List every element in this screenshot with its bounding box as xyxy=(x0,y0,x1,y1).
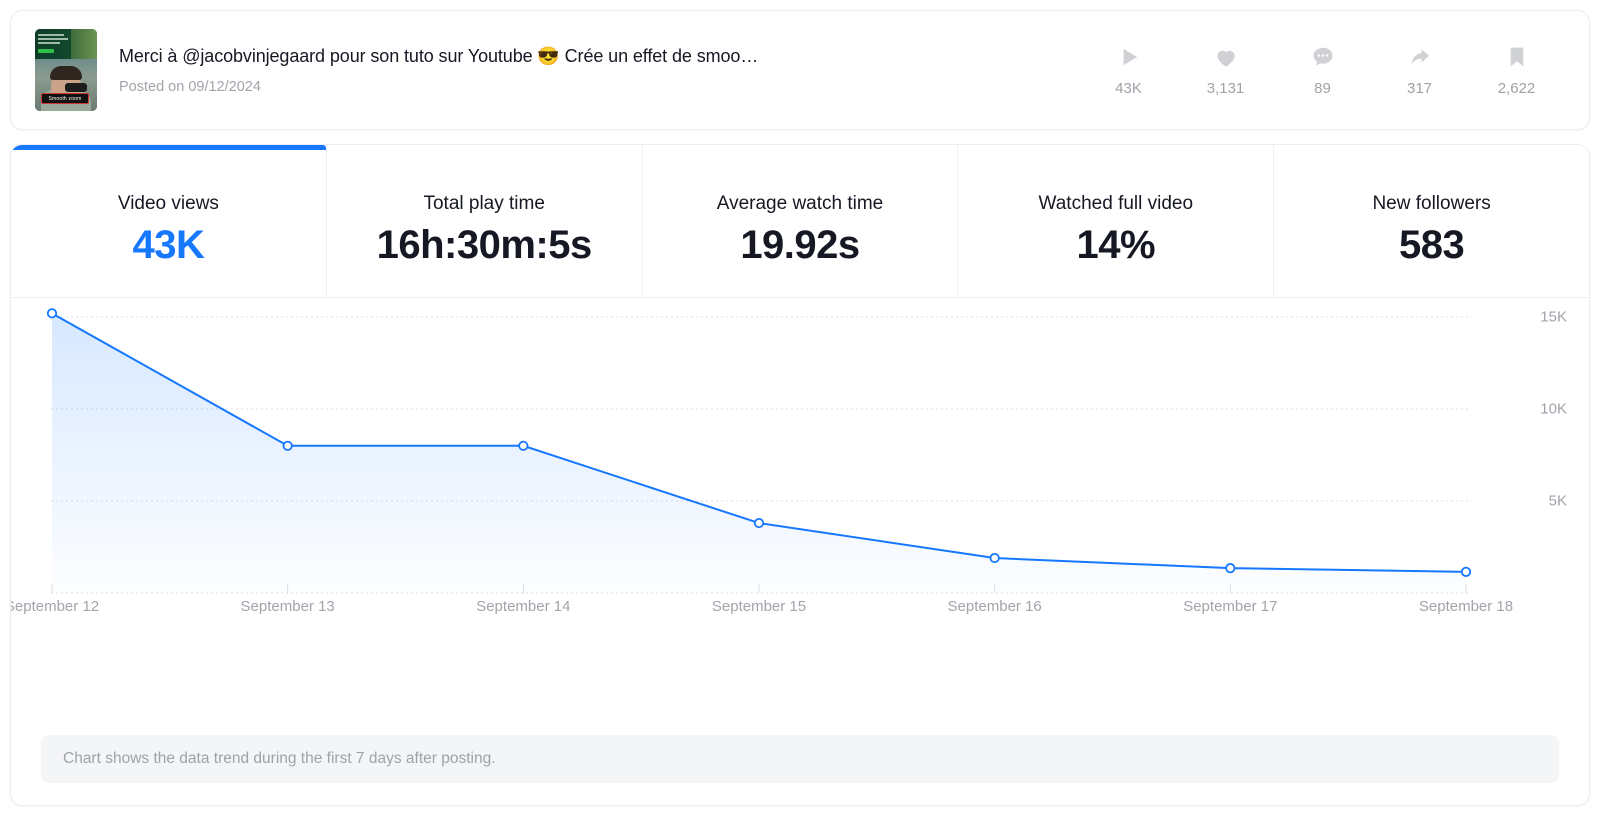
x-axis-label: September 15 xyxy=(711,598,807,615)
tab-video-views[interactable]: Video views 43K xyxy=(11,145,327,297)
chart-canvas xyxy=(46,308,1472,594)
post-date: Posted on 09/12/2024 xyxy=(119,78,261,95)
metric-tabs: Video views 43K Total play time 16h:30m:… xyxy=(11,145,1589,298)
post-info: Merci à @jacobvinjegaard pour son tuto s… xyxy=(119,46,1080,95)
y-axis-label: 15K xyxy=(1540,308,1567,326)
chart-data-point[interactable] xyxy=(1460,566,1472,577)
x-axis-label: September 14 xyxy=(476,598,571,615)
tab-label: Watched full video xyxy=(1038,193,1194,214)
tab-value: 43K xyxy=(132,223,205,267)
tab-value: 16h:30m:5s xyxy=(376,223,593,267)
tab-watched-full-video[interactable]: Watched full video 14% xyxy=(958,145,1275,297)
post-title: Merci à @jacobvinjegaard pour son tuto s… xyxy=(119,45,759,66)
chart-footnote: Chart shows the data trend during the fi… xyxy=(41,735,1559,783)
play-icon xyxy=(1080,43,1177,71)
tab-average-watch-time[interactable]: Average watch time 19.92s xyxy=(642,145,959,297)
thumbnail-banner xyxy=(35,29,97,59)
analytics-page: Smooth zoom Merci à @jacobvinjegaard pou… xyxy=(0,0,1600,815)
tab-value: 19.92s xyxy=(740,223,860,267)
y-axis-label: 10K xyxy=(1540,400,1567,418)
comment-icon xyxy=(1274,43,1371,71)
x-axis-label: September 18 xyxy=(1418,598,1514,615)
thumbnail-scene: Smooth zoom xyxy=(35,59,97,111)
chart-data-point[interactable] xyxy=(518,440,529,451)
stat-favorites: 2,622 xyxy=(1468,43,1565,97)
chart-data-point[interactable] xyxy=(282,440,293,451)
stat-shares-value: 317 xyxy=(1406,80,1433,97)
stat-likes-value: 3,131 xyxy=(1206,80,1245,97)
thumbnail-microphone xyxy=(65,83,87,92)
heart-icon xyxy=(1177,43,1274,71)
tab-value: 14% xyxy=(1076,223,1156,267)
tab-total-play-time[interactable]: Total play time 16h:30m:5s xyxy=(326,145,643,297)
thumbnail-person-hair xyxy=(50,66,82,80)
stat-plays-value: 43K xyxy=(1115,80,1142,97)
thumbnail-caption: Smooth zoom xyxy=(41,93,89,104)
analytics-card: Video views 43K Total play time 16h:30m:… xyxy=(10,144,1590,806)
stat-plays: 43K xyxy=(1080,43,1177,97)
video-thumbnail[interactable]: Smooth zoom xyxy=(35,29,97,111)
tab-value: 583 xyxy=(1398,223,1465,267)
stat-favorites-value: 2,622 xyxy=(1497,80,1536,97)
chart-area-fill xyxy=(52,313,1466,593)
tab-label: Total play time xyxy=(423,193,545,214)
tab-label: Average watch time xyxy=(716,193,884,214)
share-icon xyxy=(1371,43,1468,71)
bookmark-icon xyxy=(1468,43,1565,71)
views-trend-chart: 15K 10K 5K September 12 September 13 Septemb… xyxy=(11,298,1589,698)
x-axis-label: September 13 xyxy=(240,598,335,615)
engagement-stats: 43K 3,131 89 317 2,622 xyxy=(1080,43,1565,97)
tab-label: Video views xyxy=(117,193,219,214)
stat-comments-value: 89 xyxy=(1314,80,1331,97)
y-axis-label: 5K xyxy=(1548,492,1567,510)
chart-data-point[interactable] xyxy=(1225,563,1236,574)
stat-shares: 317 xyxy=(1371,43,1468,97)
chart-data-point[interactable] xyxy=(46,308,58,319)
post-header-card: Smooth zoom Merci à @jacobvinjegaard pou… xyxy=(10,10,1590,130)
stat-comments: 89 xyxy=(1274,43,1371,97)
x-axis-label: September 17 xyxy=(1183,598,1278,615)
chart-data-point[interactable] xyxy=(989,552,1000,564)
chart-data-point[interactable] xyxy=(753,517,765,529)
x-axis-label: September 12 xyxy=(10,598,100,615)
x-axis-label: September 16 xyxy=(947,598,1042,615)
stat-likes: 3,131 xyxy=(1177,43,1274,97)
tab-label: New followers xyxy=(1372,193,1491,214)
tab-new-followers[interactable]: New followers 583 xyxy=(1274,145,1589,297)
